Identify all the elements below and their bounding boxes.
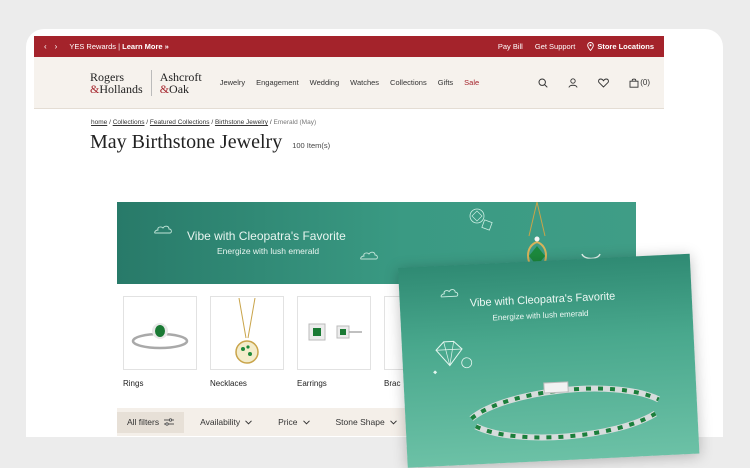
search-icon[interactable] bbox=[538, 77, 548, 88]
emerald-bracelet-image bbox=[469, 381, 661, 441]
chevron-down-icon bbox=[245, 419, 252, 425]
rogers-hollands-logo[interactable]: Rogers &Hollands bbox=[90, 71, 143, 95]
next-promo-button[interactable]: › bbox=[55, 42, 58, 51]
overlay-subtitle: Energize with lush emerald bbox=[492, 308, 589, 323]
nav-wedding[interactable]: Wedding bbox=[310, 78, 339, 87]
nav-engagement[interactable]: Engagement bbox=[256, 78, 299, 87]
earrings-image bbox=[308, 323, 362, 341]
category-rings[interactable]: Rings bbox=[123, 296, 197, 388]
gem-sketch-icon bbox=[433, 340, 473, 375]
availability-filter[interactable]: Availability bbox=[190, 412, 262, 433]
breadcrumb-home[interactable]: home bbox=[91, 119, 107, 126]
chevron-down-icon bbox=[302, 419, 310, 425]
category-necklaces[interactable]: Necklaces bbox=[210, 296, 284, 388]
overlay-title: Vibe with Cleopatra's Favorite bbox=[469, 290, 616, 310]
cloud-icon bbox=[154, 225, 172, 234]
nav-gifts[interactable]: Gifts bbox=[438, 78, 453, 87]
breadcrumb-featured-collections[interactable]: Featured Collections bbox=[150, 119, 210, 126]
store-locations-link[interactable]: Store Locations bbox=[587, 42, 654, 51]
nav-jewelry[interactable]: Jewelry bbox=[220, 78, 245, 87]
gem-sketch-icon bbox=[469, 208, 493, 231]
cloud-icon bbox=[360, 251, 378, 260]
promo-card-overlay[interactable]: Vibe with Cleopatra's Favorite Energize … bbox=[398, 253, 700, 468]
chevron-down-icon bbox=[389, 419, 397, 425]
cart-count: (0) bbox=[640, 78, 650, 87]
necklace-image bbox=[235, 298, 259, 364]
promo-bar: ‹ › YES Rewards | Learn More » Pay Bill … bbox=[34, 36, 664, 57]
sliders-icon bbox=[164, 418, 175, 426]
item-count: 100 Item(s) bbox=[292, 141, 331, 150]
site-header: Rogers &Hollands Ashcroft &Oak Jewelry E… bbox=[34, 57, 664, 109]
shopping-bag-icon bbox=[629, 78, 639, 88]
main-nav: Jewelry Engagement Wedding Watches Colle… bbox=[220, 78, 479, 87]
breadcrumb-collections[interactable]: Collections bbox=[113, 119, 145, 126]
ring-image bbox=[131, 323, 189, 350]
wishlist-heart-icon[interactable] bbox=[598, 78, 610, 88]
ashcroft-oak-logo[interactable]: Ashcroft &Oak bbox=[160, 71, 202, 95]
logo-divider bbox=[150, 69, 152, 96]
page-title: May Birthstone Jewelry bbox=[90, 131, 283, 153]
learn-more-link[interactable]: Learn More » bbox=[122, 42, 169, 51]
location-pin-icon bbox=[587, 42, 595, 51]
category-earrings[interactable]: Earrings bbox=[297, 296, 371, 388]
breadcrumb-current: Emerald (May) bbox=[273, 119, 317, 126]
promo-text: YES Rewards | Learn More » bbox=[69, 42, 169, 51]
category-label: Earrings bbox=[297, 379, 327, 388]
breadcrumb: home / Collections / Featured Collection… bbox=[91, 119, 317, 126]
banner-subtitle: Energize with lush emerald bbox=[217, 246, 320, 256]
cloud-icon bbox=[440, 289, 459, 298]
prev-promo-button[interactable]: ‹ bbox=[44, 42, 47, 51]
nav-collections[interactable]: Collections bbox=[390, 78, 427, 87]
stone-shape-filter[interactable]: Stone Shape bbox=[326, 412, 407, 433]
all-filters-button[interactable]: All filters bbox=[117, 411, 185, 433]
get-support-link[interactable]: Get Support bbox=[535, 42, 575, 51]
pay-bill-link[interactable]: Pay Bill bbox=[498, 42, 523, 51]
nav-sale[interactable]: Sale bbox=[464, 78, 479, 87]
account-icon[interactable] bbox=[568, 77, 578, 88]
banner-title: Vibe with Cleopatra's Favorite bbox=[187, 229, 346, 243]
category-label: Necklaces bbox=[210, 379, 247, 388]
cart-button[interactable]: (0) bbox=[629, 78, 650, 88]
price-filter[interactable]: Price bbox=[268, 412, 319, 433]
category-label: Rings bbox=[123, 379, 144, 388]
nav-watches[interactable]: Watches bbox=[350, 78, 379, 87]
breadcrumb-birthstone-jewelry[interactable]: Birthstone Jewelry bbox=[215, 119, 268, 126]
